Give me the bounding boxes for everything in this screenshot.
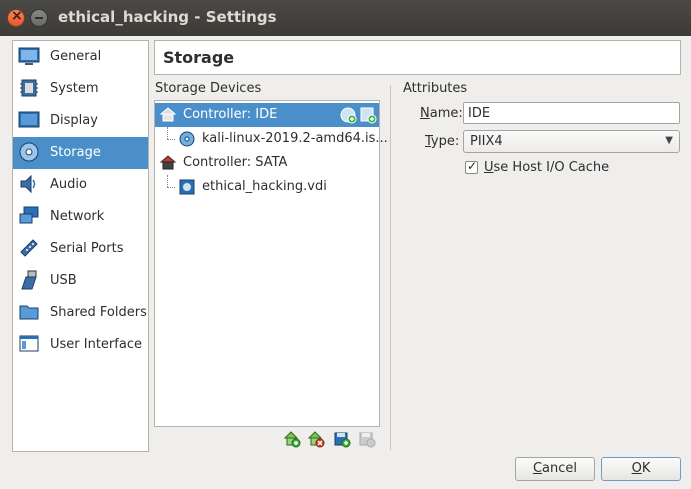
window-title: ethical_hacking - Settings [58, 8, 277, 26]
remove-controller-icon[interactable] [307, 430, 325, 448]
sidebar-item-display[interactable]: Display [13, 105, 148, 137]
chip-icon [20, 79, 38, 97]
tree-item-label: kali-linux-2019.2-amd64.is... [202, 131, 388, 146]
tree-item-optical-disk[interactable]: kali-linux-2019.2-amd64.is... [155, 127, 388, 151]
name-field[interactable] [463, 102, 680, 124]
tree-item-label: Controller: SATA [183, 155, 288, 170]
storage-tree[interactable]: Controller: IDE kali-linux-2019.2-amd64.… [154, 100, 388, 427]
usb-icon [21, 270, 37, 290]
add-optical-drive-icon[interactable] [339, 106, 357, 124]
settings-sidebar: General System Display Storage Audio Net… [12, 40, 149, 452]
type-select[interactable]: PIIX4 ▼ [463, 130, 680, 153]
sidebar-item-label: Network [50, 209, 105, 224]
sidebar-item-system[interactable]: System [13, 73, 148, 105]
sidebar-item-storage[interactable]: Storage [13, 137, 148, 169]
speaker-icon [20, 174, 36, 194]
disk-icon [19, 142, 39, 162]
sidebar-item-label: User Interface [50, 337, 142, 352]
minimize-icon [35, 17, 43, 19]
tree-item-controller-sata[interactable]: Controller: SATA [155, 151, 379, 175]
panel-divider [390, 85, 391, 450]
add-hard-disk-icon[interactable] [359, 106, 377, 124]
minimize-window-button[interactable] [30, 9, 48, 27]
tree-item-controller-ide[interactable]: Controller: IDE [155, 103, 379, 127]
sidebar-item-label: Audio [50, 177, 87, 192]
sidebar-item-user-interface[interactable]: User Interface [13, 329, 148, 361]
use-host-io-cache-label[interactable]: Use Host I/O Cache [484, 160, 609, 175]
close-icon: × [11, 8, 23, 24]
tree-item-hard-disk[interactable]: ethical_hacking.vdi [155, 175, 379, 199]
page-title: Storage [163, 48, 235, 67]
title-bar: × ethical_hacking - Settings [0, 0, 691, 36]
sidebar-item-usb[interactable]: USB [13, 265, 148, 297]
sidebar-item-label: Serial Ports [50, 241, 124, 256]
tree-item-label: Controller: IDE [183, 107, 278, 122]
page-header: Storage [154, 40, 681, 75]
serial-port-icon [20, 239, 38, 257]
storage-toolbar [283, 430, 379, 448]
add-attachment-icon[interactable] [333, 430, 351, 448]
sidebar-item-label: Storage [50, 145, 101, 160]
chevron-down-icon: ▼ [665, 135, 673, 146]
cancel-button[interactable]: Cancel [515, 457, 595, 481]
sidebar-item-label: Shared Folders [50, 305, 147, 320]
controller-icon [159, 155, 177, 170]
network-icon [19, 206, 39, 224]
tree-item-label: ethical_hacking.vdi [202, 179, 327, 194]
remove-attachment-icon[interactable] [358, 430, 376, 448]
window-icon [19, 335, 39, 352]
close-window-button[interactable]: × [7, 8, 25, 27]
controller-icon [159, 107, 177, 122]
sidebar-item-label: General [50, 49, 102, 64]
sidebar-item-label: System [50, 81, 99, 96]
checkmark-icon: ✓ [467, 159, 478, 173]
use-host-io-cache-checkbox[interactable]: ✓ [465, 159, 478, 174]
sidebar-item-label: Display [50, 113, 98, 128]
sidebar-item-shared-folders[interactable]: Shared Folders [13, 297, 148, 329]
ok-button[interactable]: OK [601, 457, 681, 481]
hard-disk-icon [179, 179, 195, 195]
sidebar-item-audio[interactable]: Audio [13, 169, 148, 201]
name-label: Name: [420, 106, 463, 121]
sidebar-item-label: USB [50, 273, 77, 288]
sidebar-item-network[interactable]: Network [13, 201, 148, 233]
monitor-icon [18, 47, 40, 65]
type-select-value: PIIX4 [470, 134, 503, 149]
optical-disk-icon [179, 131, 195, 147]
sidebar-item-general[interactable]: General [13, 41, 148, 73]
display-icon [18, 111, 40, 128]
storage-devices-label: Storage Devices [155, 81, 262, 96]
attributes-label: Attributes [403, 81, 468, 96]
add-controller-icon[interactable] [283, 430, 301, 448]
folder-icon [19, 305, 39, 320]
type-label: Type: [425, 134, 460, 149]
sidebar-item-serial-ports[interactable]: Serial Ports [13, 233, 148, 265]
